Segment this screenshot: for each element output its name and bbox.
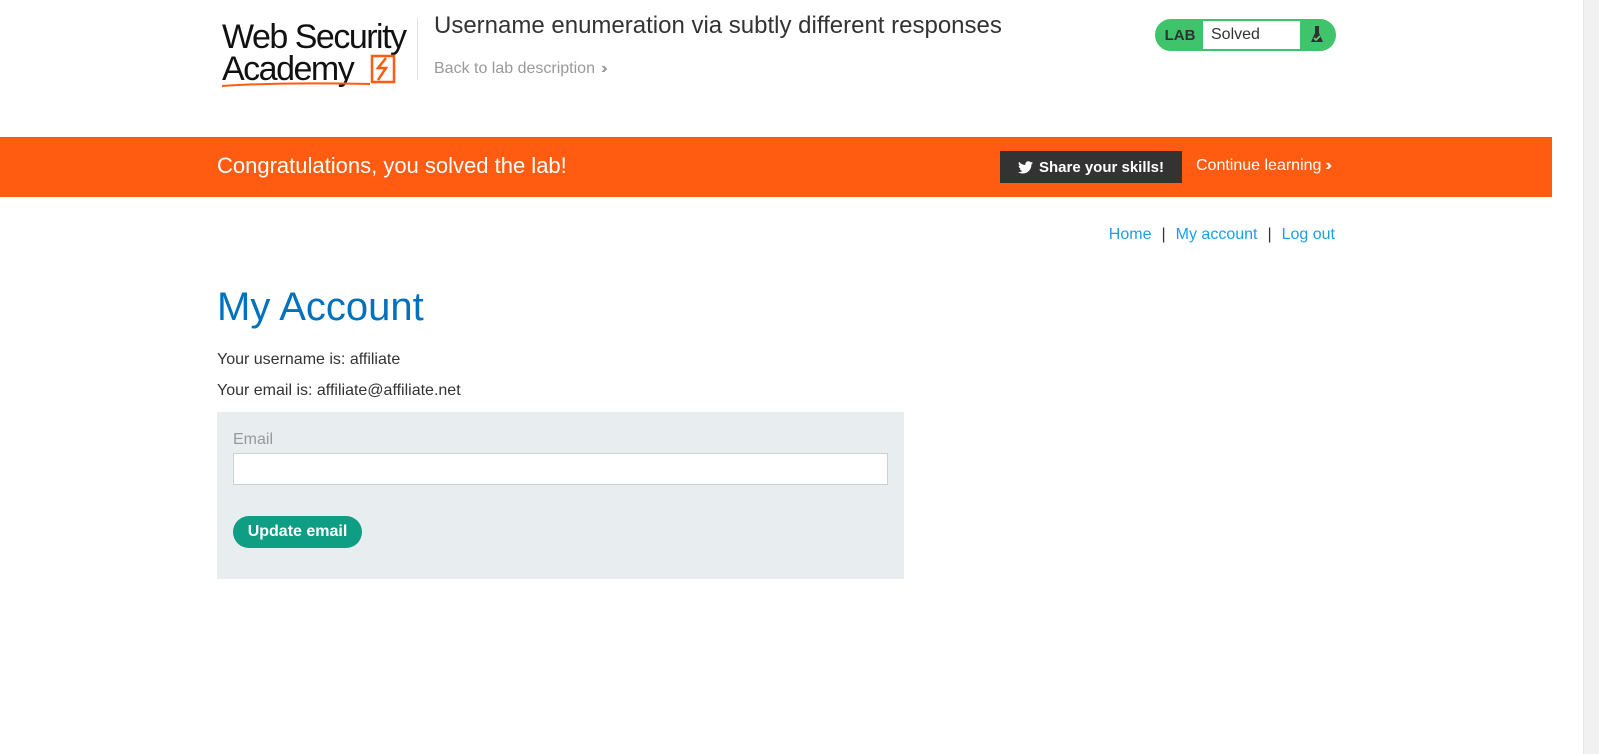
share-your-skills-button[interactable]: Share your skills! (1000, 151, 1182, 183)
email-info: Your email is: affiliate@affiliate.net (217, 382, 461, 399)
nav-home-link[interactable]: Home (1109, 226, 1152, 243)
nav-my-account-link[interactable]: My account (1176, 226, 1258, 243)
share-button-label: Share your skills! (1038, 158, 1165, 176)
lab-tag: LAB (1157, 21, 1203, 49)
email-label: Email (233, 431, 274, 448)
update-email-form: Email Update email (217, 412, 904, 579)
continue-learning-label: Continue learning (1196, 157, 1322, 174)
continue-learning-link[interactable]: Continue learning ›› (1196, 157, 1332, 175)
lab-status-state: Solved (1203, 21, 1300, 49)
solved-notification-banner: Congratulations, you solved the lab! Sha… (0, 137, 1552, 197)
double-chevron-right-icon: ›› (1325, 157, 1331, 174)
svg-text:Academy: Academy (222, 50, 355, 88)
username-info: Your username is: affiliate (217, 351, 401, 368)
twitter-icon (1017, 160, 1033, 174)
vertical-scrollbar[interactable] (1583, 0, 1599, 754)
page-title: My Account (217, 285, 424, 329)
back-to-lab-description-link[interactable]: Back to lab description ›› (434, 60, 607, 78)
top-navigation: Home | My account | Log out (1109, 226, 1335, 244)
site-header: Web Security Academy Username enumeratio… (0, 0, 1583, 137)
flask-icon (1300, 21, 1334, 49)
header-divider (417, 18, 418, 80)
congratulations-message: Congratulations, you solved the lab! (217, 153, 567, 178)
update-email-button[interactable]: Update email (233, 516, 362, 548)
lab-title: Username enumeration via subtly differen… (434, 12, 1002, 39)
back-link-label: Back to lab description (434, 60, 595, 77)
web-security-academy-logo[interactable]: Web Security Academy (220, 18, 416, 90)
email-input[interactable] (233, 453, 888, 485)
nav-separator: | (1267, 226, 1272, 243)
double-chevron-right-icon: ›› (600, 60, 607, 77)
nav-separator: | (1161, 226, 1166, 243)
lab-status-widget: LAB Solved (1155, 19, 1336, 51)
nav-log-out-link[interactable]: Log out (1282, 226, 1335, 243)
